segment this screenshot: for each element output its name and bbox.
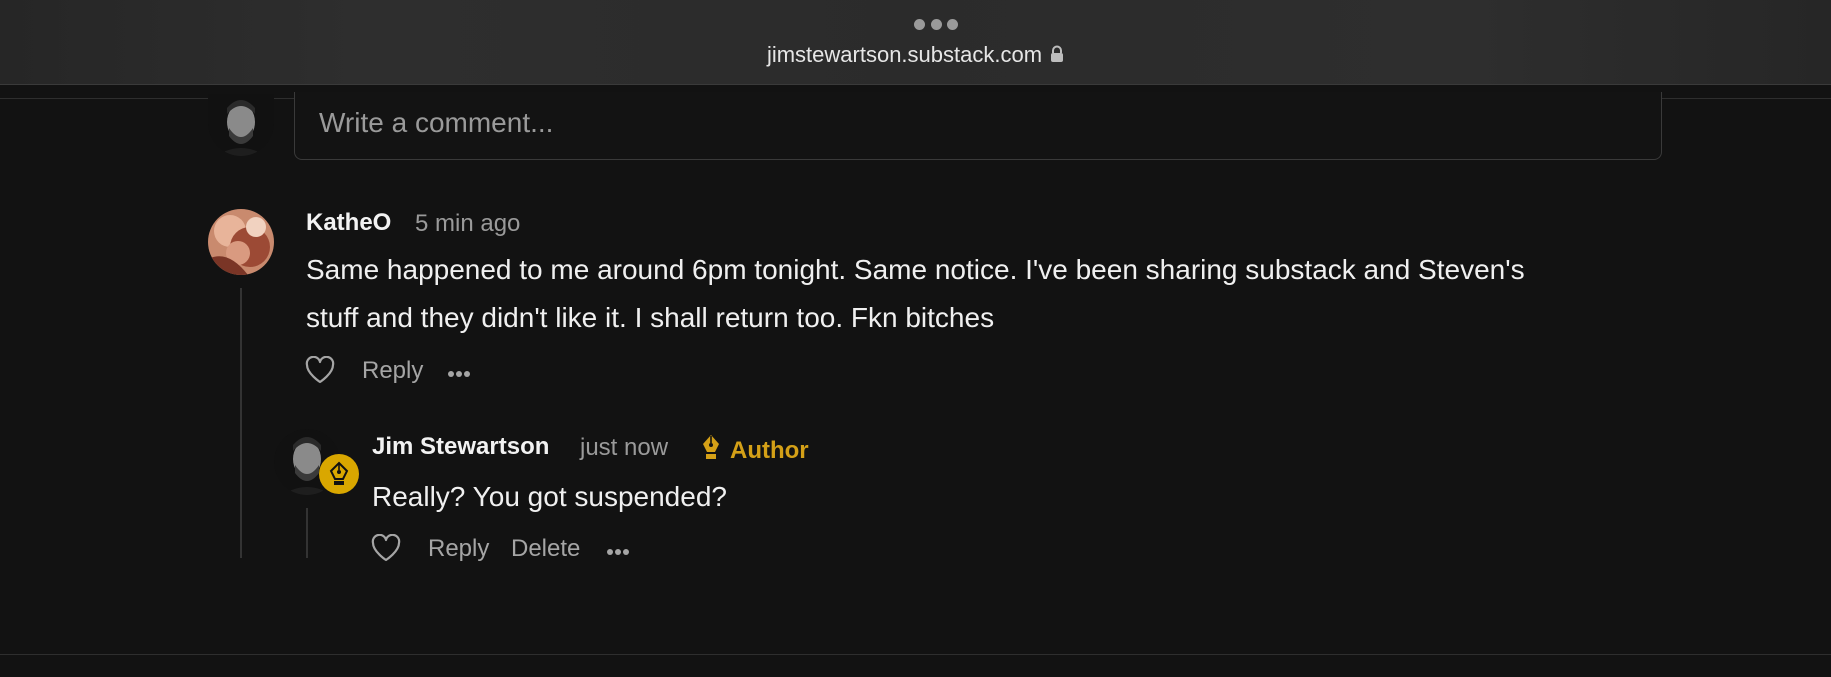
comment-body: Same happened to me around 6pm tonight. … xyxy=(306,246,1686,342)
fountain-pen-icon xyxy=(700,433,722,468)
divider xyxy=(0,654,1831,655)
url-text: jimstewartson.substack.com xyxy=(766,42,1043,67)
author-badge-text: Author xyxy=(730,436,809,464)
like-heart-icon[interactable] xyxy=(371,533,401,567)
comment-input[interactable] xyxy=(317,102,1621,144)
comment-body-line: Same happened to me around 6pm tonight. … xyxy=(306,254,1525,285)
author-badge-icon xyxy=(319,454,359,494)
commenter-avatar[interactable] xyxy=(208,209,274,275)
lock-icon xyxy=(1050,43,1064,69)
reply-timestamp[interactable]: just now xyxy=(580,434,668,462)
reply-body: Really? You got suspended? xyxy=(372,481,727,512)
like-heart-icon[interactable] xyxy=(305,355,335,389)
more-dots-icon[interactable] xyxy=(914,19,958,31)
reply-button[interactable]: Reply xyxy=(428,535,489,563)
url-bar[interactable]: jimstewartson.substack.com xyxy=(0,42,1831,69)
more-options-icon[interactable] xyxy=(448,365,470,383)
comment-author-name[interactable]: KatheO xyxy=(306,209,391,237)
comment-compose-box[interactable] xyxy=(294,92,1662,160)
author-label: Author xyxy=(700,433,809,468)
reply-author-name[interactable]: Jim Stewartson xyxy=(372,433,549,461)
comment-body-line: stuff and they didn't like it. I shall r… xyxy=(306,302,995,333)
thread-line xyxy=(240,288,242,558)
reply-button[interactable]: Reply xyxy=(362,357,423,385)
comment-timestamp[interactable]: 5 min ago xyxy=(415,210,520,238)
current-user-avatar[interactable] xyxy=(208,94,274,156)
reply-thread-line xyxy=(306,508,308,558)
browser-top-bar: jimstewartson.substack.com xyxy=(0,0,1831,85)
delete-button[interactable]: Delete xyxy=(511,535,580,563)
more-options-icon[interactable] xyxy=(607,543,629,561)
